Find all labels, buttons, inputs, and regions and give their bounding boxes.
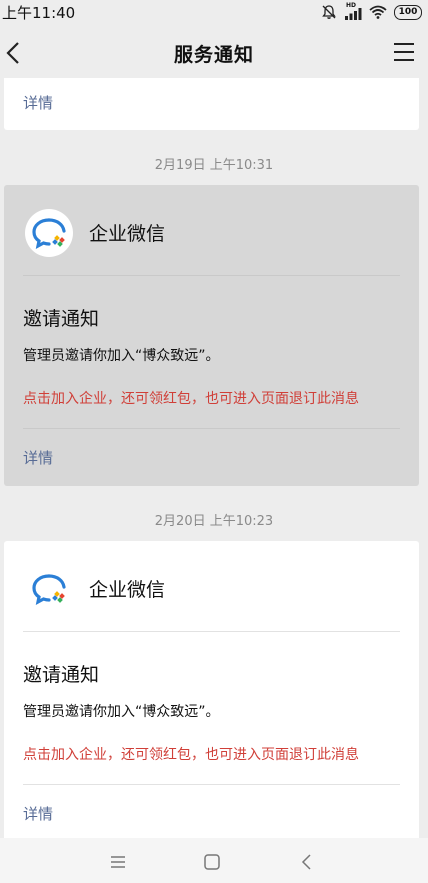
app-name: 企业微信 [89,223,166,245]
signal-icon: HD [344,2,362,20]
message-title: 邀请通知 [23,308,100,330]
nav-back-icon[interactable] [297,852,317,872]
divider [23,631,400,632]
message-card[interactable]: 企业微信 邀请通知 管理员邀请你加入“博众致远”。 点击加入企业，还可领红包，也… [4,541,419,841]
battery-icon: 100 [394,4,422,20]
message-title: 邀请通知 [23,664,100,686]
wecom-logo-icon [25,209,73,257]
details-link[interactable]: 详情 [23,803,53,824]
app-header: 企业微信 [4,185,419,273]
system-nav-bar [0,838,428,883]
wifi-icon [369,5,387,19]
nav-home-icon[interactable] [202,852,222,872]
details-link[interactable]: 详情 [23,92,53,113]
status-icons: HD 100 [321,2,422,21]
message-body: 管理员邀请你加入“博众致远”。 [23,704,220,720]
menu-icon[interactable] [394,43,414,62]
status-bar: 上午11:40 HD 100 [0,0,428,24]
mute-icon [322,5,336,19]
timestamp: 2月20日 上午10:23 [154,514,274,529]
page-title: 服务通知 [173,44,254,66]
message-card[interactable]: 企业微信 邀请通知 管理员邀请你加入“博众致远”。 点击加入企业，还可领红包，也… [4,185,419,486]
app-header: 企业微信 [4,541,419,629]
divider [23,784,400,785]
wecom-logo-icon [25,565,73,613]
details-link[interactable]: 详情 [23,447,53,468]
message-body: 管理员邀请你加入“博众致远”。 [23,348,220,364]
app-name: 企业微信 [89,579,166,601]
timestamp: 2月19日 上午10:31 [154,158,274,173]
join-enterprise-link[interactable]: 点击加入企业，还可领红包，也可进入页面退订此消息 [23,388,359,408]
status-time: 上午11:40 [2,4,76,22]
message-card-previous: 详情 [4,78,419,130]
nav-bar: 服务通知 [0,28,428,78]
join-enterprise-link[interactable]: 点击加入企业，还可领红包，也可进入页面退订此消息 [23,744,359,764]
nav-menu-icon[interactable] [108,852,128,872]
divider [23,428,400,429]
divider [23,275,400,276]
